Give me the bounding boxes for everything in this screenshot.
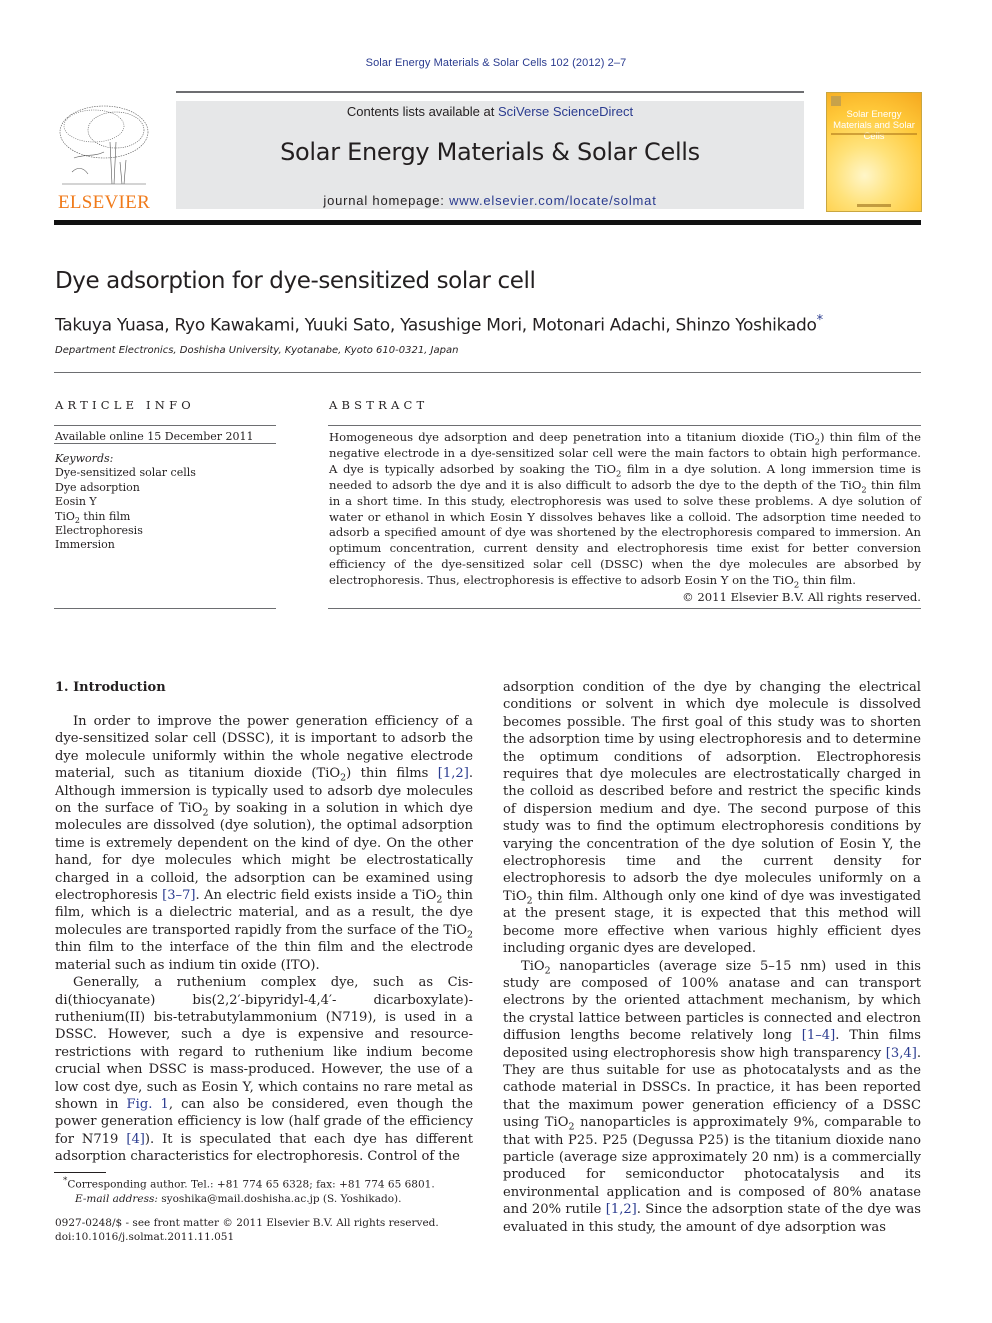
front-matter: 0927-0248/$ - see front matter © 2011 El… xyxy=(55,1216,439,1244)
article-info-divider xyxy=(54,608,276,609)
article-info-heading: ARTICLE INFO xyxy=(55,398,195,412)
cover-title: Solar Energy Materials and Solar Cells xyxy=(833,109,915,142)
keywords-list: Keywords: Dye-sensitized solar cells Dye… xyxy=(55,452,196,553)
abstract-divider xyxy=(328,608,921,609)
sciencedirect-link[interactable]: SciVerse ScienceDirect xyxy=(498,104,633,119)
keywords-label: Keywords: xyxy=(55,452,114,465)
abstract-divider xyxy=(328,425,921,426)
footnote-email: E-mail address: syoshika@mail.doshisha.a… xyxy=(75,1192,402,1205)
cover-publisher-icon xyxy=(831,96,841,106)
citation-link[interactable]: [4] xyxy=(126,1132,145,1147)
article-info-divider xyxy=(54,443,276,444)
journal-cover-thumbnail[interactable]: Solar Energy Materials and Solar Cells xyxy=(826,92,922,212)
contents-line: Contents lists available at SciVerse Sci… xyxy=(176,104,804,119)
article-info-divider xyxy=(54,425,276,426)
elsevier-wordmark: ELSEVIER xyxy=(57,192,151,213)
homepage-prefix: journal homepage: xyxy=(323,193,450,208)
keyword-item: Dye adsorption xyxy=(55,480,140,494)
available-online-date: Available online 15 December 2011 xyxy=(55,430,254,443)
keyword-item: Eosin Y xyxy=(55,495,97,509)
citation-link[interactable]: [1–4] xyxy=(802,1028,835,1043)
abstract-text: Homogeneous dye adsorption and deep pene… xyxy=(329,430,922,590)
figure-link[interactable]: Fig. 1 xyxy=(127,1097,169,1112)
section-heading-introduction: 1. Introduction xyxy=(55,680,166,695)
journal-citation-link[interactable]: Solar Energy Materials & Solar Cells 102… xyxy=(0,57,992,69)
header-thick-divider xyxy=(54,220,921,225)
contents-prefix: Contents lists available at xyxy=(346,104,498,119)
abstract-copyright: © 2011 Elsevier B.V. All rights reserved… xyxy=(682,590,921,604)
body-column-right: adsorption condition of the dye by chang… xyxy=(503,679,921,1236)
email-address[interactable]: syoshika@mail.doshisha.ac.jp (S. Yoshika… xyxy=(158,1193,401,1205)
cover-subtitle-bar xyxy=(831,133,917,135)
journal-homepage-link[interactable]: www.elsevier.com/locate/solmat xyxy=(449,193,657,208)
citation-link[interactable]: [3,4] xyxy=(886,1046,917,1061)
affiliation-divider xyxy=(54,372,921,373)
body-paragraph: Generally, a ruthenium complex dye, such… xyxy=(55,975,473,1165)
corresponding-author-footnote: *Corresponding author. Tel.: +81 774 65 … xyxy=(55,1174,435,1206)
keyword-item: Electrophoresis xyxy=(55,524,143,538)
doi-link[interactable]: doi:10.1016/j.solmat.2011.11.051 xyxy=(55,1230,439,1244)
citation-link[interactable]: [3–7] xyxy=(162,888,195,903)
journal-name: Solar Energy Materials & Solar Cells xyxy=(280,138,700,166)
issn-line: 0927-0248/$ - see front matter © 2011 El… xyxy=(55,1217,439,1229)
author-list: Takuya Yuasa, Ryo Kawakami, Yuuki Sato, … xyxy=(55,313,823,336)
elsevier-tree-icon xyxy=(59,105,149,185)
abstract-heading: ABSTRACT xyxy=(329,398,429,412)
authors-text: Takuya Yuasa, Ryo Kawakami, Yuuki Sato, … xyxy=(55,315,817,336)
keyword-item: Dye-sensitized solar cells xyxy=(55,466,196,480)
citation-link[interactable]: [1,2] xyxy=(606,1202,637,1217)
footnote-contact: *Corresponding author. Tel.: +81 774 65 … xyxy=(63,1176,435,1191)
keyword-item: TiO2 thin film xyxy=(55,509,131,525)
elsevier-logo[interactable]: ELSEVIER xyxy=(54,102,154,213)
cover-publisher-mark xyxy=(857,204,891,207)
affiliation: Department Electronics, Doshisha Univers… xyxy=(55,345,459,356)
keyword-item: Immersion xyxy=(55,538,115,552)
corresponding-author-mark[interactable]: * xyxy=(817,313,824,328)
citation-link[interactable]: [1,2] xyxy=(438,766,469,781)
header-divider xyxy=(176,91,804,93)
journal-masthead: Contents lists available at SciVerse Sci… xyxy=(176,101,804,209)
homepage-line: journal homepage: www.elsevier.com/locat… xyxy=(176,193,804,208)
body-paragraph: In order to improve the power generation… xyxy=(55,714,474,973)
article-title: Dye adsorption for dye-sensitized solar … xyxy=(55,268,536,294)
body-paragraph: TiO2 nanoparticles (average size 5–15 nm… xyxy=(503,958,921,1235)
footnote-divider xyxy=(54,1172,106,1173)
body-paragraph: adsorption condition of the dye by chang… xyxy=(503,680,921,957)
body-column-left: In order to improve the power generation… xyxy=(55,713,473,1166)
